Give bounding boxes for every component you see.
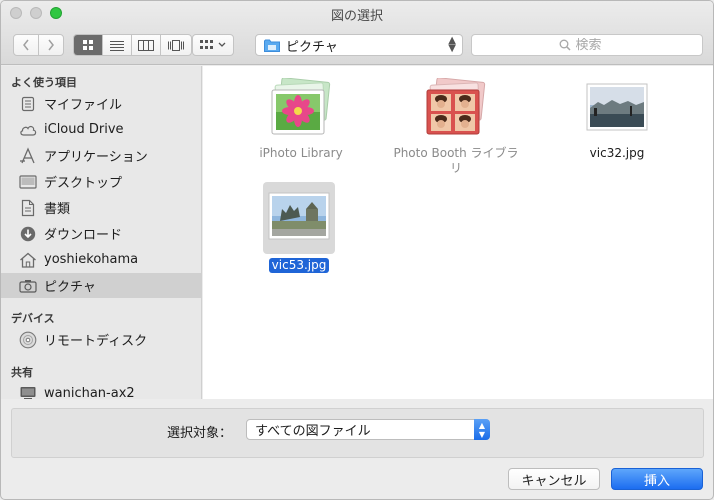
sidebar-item-documents[interactable]: 書類: [1, 195, 201, 220]
selection-highlight: [263, 182, 335, 254]
photo-thumbnail-icon: [586, 83, 648, 131]
location-popup[interactable]: ピクチャ ▲ ▼: [255, 34, 463, 56]
insert-button[interactable]: 挿入: [611, 468, 703, 490]
magnifier-icon: [559, 39, 571, 51]
sidebar-item-label: wanichan-ax2: [44, 386, 135, 399]
sidebar-item-label: リモートディスク: [44, 334, 148, 349]
forward-button[interactable]: [38, 34, 64, 56]
accessory-panel: 選択対象： すべての図ファイル ▲ ▼: [11, 408, 704, 458]
chevron-left-icon: [23, 39, 29, 51]
grid-icon: [83, 40, 93, 50]
window-title: 図の選択: [330, 9, 383, 24]
sidebar-item-pictures[interactable]: ピクチャ: [1, 273, 201, 298]
coverflow-icon: [168, 39, 184, 51]
photo-booth-library-icon: [426, 78, 486, 135]
updown-chevron-icon: ▲ ▼: [448, 35, 456, 54]
sidebar-item-label: 書類: [44, 202, 71, 217]
file-item-vic32[interactable]: vic32.jpg: [553, 78, 681, 161]
file-type-value: すべての図ファイル: [255, 424, 371, 439]
file-name: iPhoto Library: [259, 146, 343, 160]
chevron-right-icon: [48, 39, 54, 51]
file-name: vic53.jpg: [235, 258, 363, 273]
sidebar-item-label: iCloud Drive: [44, 122, 124, 137]
file-item-photo-booth-library[interactable]: Photo Booth ライブラリ: [392, 78, 520, 176]
file-name: vic32.jpg: [589, 146, 645, 160]
iphoto-library-icon: [271, 78, 331, 135]
desktop-icon: [19, 173, 37, 191]
coverflow-view-button[interactable]: [161, 35, 191, 55]
sidebar-item-downloads[interactable]: ダウンロード: [1, 221, 201, 246]
sidebar-item-desktop[interactable]: デスクトップ: [1, 169, 201, 194]
sidebar-item-label: デスクトップ: [44, 176, 123, 191]
cancel-button[interactable]: キャンセル: [508, 468, 600, 490]
file-name: Photo Booth ライブラリ: [393, 146, 519, 175]
file-type-label: 選択対象：: [167, 426, 233, 441]
sidebar-item-home[interactable]: yoshiekohama: [1, 247, 201, 272]
back-button[interactable]: [13, 34, 39, 56]
updown-chevron-icon: ▲ ▼: [474, 419, 490, 440]
computer-icon: [19, 385, 37, 399]
location-label: ピクチャ: [286, 39, 338, 55]
camera-icon: [19, 277, 37, 295]
search-field[interactable]: [471, 34, 703, 56]
photo-thumbnail-icon: [268, 192, 330, 240]
downloads-icon: [19, 225, 37, 243]
file-browser: iPhoto Library Photo Booth ライブラリ vic32.j…: [203, 66, 713, 399]
favorites-header: よく使う項目: [11, 76, 77, 89]
applications-icon: [19, 146, 37, 165]
folder-icon: [264, 39, 280, 52]
list-view-button[interactable]: [103, 35, 132, 55]
sidebar-item-label: アプリケーション: [44, 150, 148, 165]
sidebar-item-icloud-drive[interactable]: iCloud Drive: [1, 117, 201, 142]
search-input[interactable]: [575, 37, 616, 53]
file-item-iphoto-library[interactable]: iPhoto Library: [237, 78, 365, 161]
file-chooser-window: 図の選択 ピクチャ ▲ ▼ 検索 よく使う項目 マイファイル iCloud Dr…: [0, 0, 714, 500]
arrange-grid-icon: [200, 40, 213, 49]
devices-header: デバイス: [11, 312, 55, 325]
icon-view-button[interactable]: [74, 35, 103, 55]
sidebar-item-label: ダウンロード: [44, 228, 123, 243]
sidebar-item-remote-disc[interactable]: リモートディスク: [1, 327, 201, 352]
selected-file-name: vic53.jpg: [268, 258, 330, 273]
sidebar-item-label: yoshiekohama: [44, 252, 139, 267]
documents-icon: [19, 199, 37, 217]
list-icon: [110, 40, 124, 51]
view-mode-control: [73, 34, 192, 56]
shared-header: 共有: [11, 366, 33, 379]
disc-icon: [19, 331, 37, 349]
sidebar-item-all-my-files[interactable]: マイファイル: [1, 91, 201, 116]
column-view-button[interactable]: [132, 35, 161, 55]
sidebar: よく使う項目 マイファイル iCloud Drive アプリケーション デスクト…: [1, 66, 202, 399]
home-icon: [19, 251, 37, 269]
arrange-button[interactable]: [192, 34, 234, 56]
columns-icon: [138, 39, 154, 51]
chevron-down-icon: [218, 42, 226, 47]
titlebar: 図の選択 ピクチャ ▲ ▼ 検索: [1, 1, 713, 65]
sidebar-item-label: マイファイル: [44, 98, 123, 113]
sidebar-item-label: ピクチャ: [44, 280, 96, 295]
sidebar-item-applications[interactable]: アプリケーション: [1, 143, 201, 168]
all-files-icon: [19, 95, 37, 113]
file-item-vic53[interactable]: vic53.jpg: [235, 182, 363, 273]
sidebar-item-wanichan-ax2[interactable]: wanichan-ax2: [1, 381, 201, 399]
file-type-select[interactable]: すべての図ファイル ▲ ▼: [246, 419, 490, 440]
cloud-icon: [19, 121, 37, 139]
